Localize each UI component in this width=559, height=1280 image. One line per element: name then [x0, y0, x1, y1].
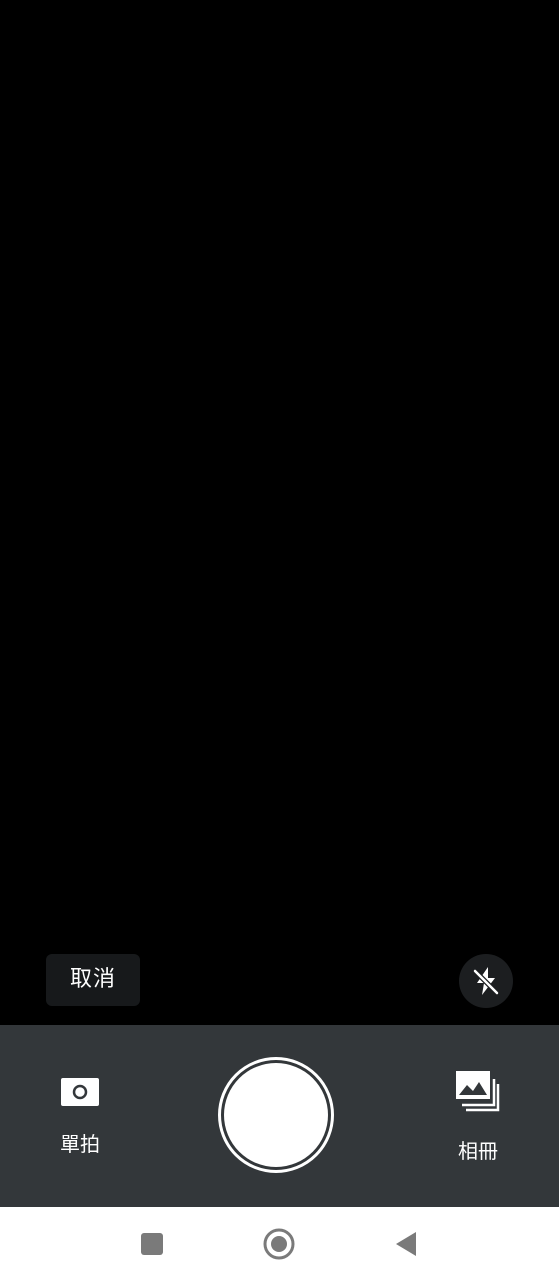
shutter-inner	[224, 1063, 328, 1167]
flash-toggle-button[interactable]	[459, 954, 513, 1008]
home-icon	[263, 1228, 295, 1260]
flash-off-icon	[472, 967, 500, 996]
recents-button[interactable]	[130, 1222, 174, 1266]
album-icon	[456, 1071, 500, 1112]
camera-viewfinder[interactable]	[0, 0, 559, 1025]
back-icon	[396, 1232, 416, 1256]
back-button[interactable]	[384, 1222, 428, 1266]
recents-icon	[141, 1233, 163, 1255]
single-shot-mode-label[interactable]: 單拍	[40, 1128, 120, 1157]
album-button[interactable]	[452, 1066, 502, 1116]
cancel-button[interactable]: 取消	[46, 954, 140, 1006]
album-label[interactable]: 相冊	[438, 1135, 518, 1164]
shutter-button[interactable]	[218, 1057, 334, 1173]
home-button[interactable]	[257, 1222, 301, 1266]
single-shot-icon	[61, 1078, 99, 1106]
single-shot-mode-button[interactable]	[58, 1072, 102, 1112]
